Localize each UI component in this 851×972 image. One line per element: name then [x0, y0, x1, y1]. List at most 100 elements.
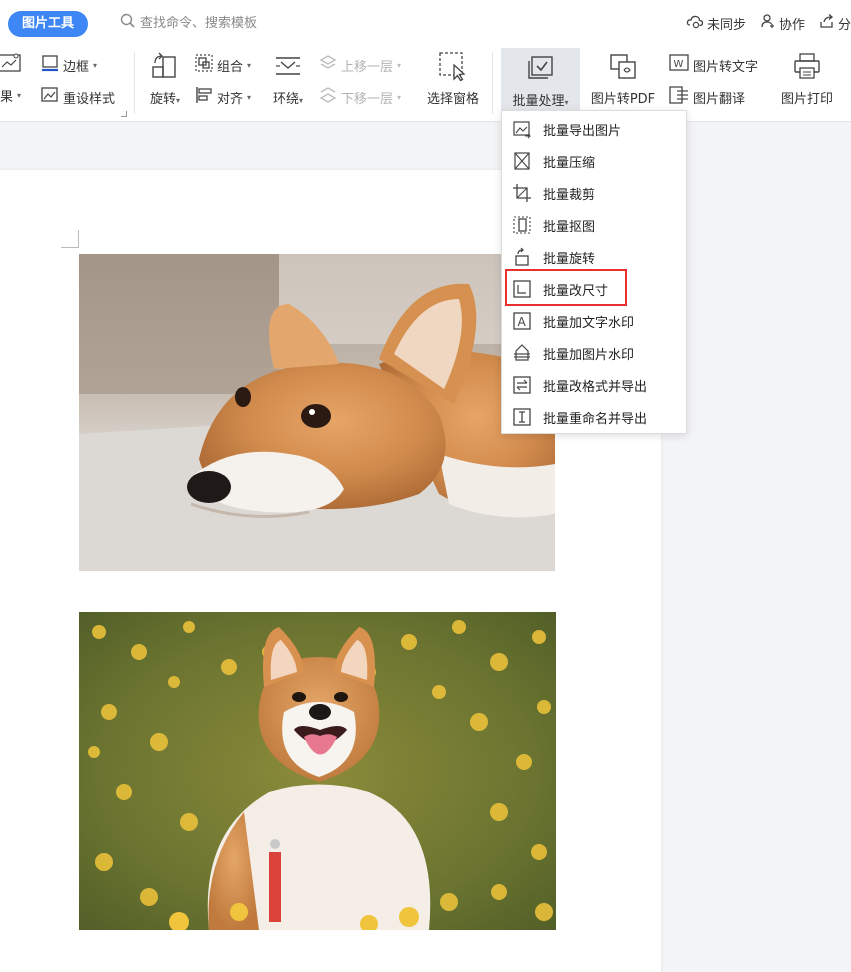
batch-process-label: 批量处理 [512, 94, 565, 109]
ribbon-divider [492, 52, 493, 114]
send-backward-button[interactable]: 下移一层 ▾ [318, 85, 401, 109]
group-button[interactable]: 组合 ▾ [194, 53, 251, 77]
rotate-label: 旋转 [149, 92, 176, 107]
image-translate-button[interactable]: 图片翻译 [668, 85, 745, 109]
compress-icon [511, 150, 533, 172]
image-to-pdf-icon [608, 46, 638, 86]
menu-item-batch-image-watermark[interactable]: 批量加图片水印 [502, 337, 686, 369]
search-icon [120, 13, 136, 36]
menu-item-label: 批量导出图片 [543, 123, 622, 139]
translate-icon [668, 85, 690, 109]
ribbon-toolbar: 效果▾ 边框▾ 重设样式 旋转▾ 组合▾ 对齐▾ 环绕▾ 上移一层▾ 下移一层▾… [0, 46, 851, 122]
share-label: 分 [837, 17, 851, 33]
image-to-text-icon: W [668, 53, 690, 77]
group-expand-icon[interactable] [121, 111, 127, 117]
menu-item-label: 批量加图片水印 [543, 347, 635, 363]
corgi-lying-photo[interactable] [79, 254, 555, 571]
reset-style-button[interactable]: 重设样式 [40, 85, 115, 109]
group-icon [194, 53, 214, 77]
bring-forward-button[interactable]: 上移一层 ▾ [318, 53, 401, 77]
ribbon-divider [134, 52, 135, 114]
corgi-flowers-photo[interactable] [79, 612, 556, 930]
reset-style-label: 重设样式 [63, 91, 116, 107]
align-button[interactable]: 对齐 ▾ [194, 85, 251, 109]
wrap-label: 环绕 [272, 92, 299, 107]
image-translate-label: 图片翻译 [693, 91, 746, 107]
menu-item-batch-rename-export[interactable]: 批量重命名并导出 [502, 401, 686, 433]
svg-text:A: A [518, 315, 527, 329]
image-watermark-icon [511, 342, 533, 364]
image-print-button[interactable]: 图片打印 [775, 46, 839, 107]
menu-item-batch-format-export[interactable]: 批量改格式并导出 [502, 369, 686, 401]
menu-item-batch-compress[interactable]: 批量压缩 [502, 145, 686, 177]
menu-item-batch-text-watermark[interactable]: A 批量加文字水印 [502, 305, 686, 337]
effects-label: 效果 [0, 90, 14, 105]
batch-process-menu: 批量导出图片 批量压缩 批量裁剪 批量抠图 批量旋转 批量改尺寸 A 批量加文字… [501, 110, 687, 434]
menu-item-label: 批量压缩 [543, 155, 596, 171]
wrap-button[interactable]: 环绕▾ [268, 46, 308, 107]
image-to-pdf-label: 图片转PDF [590, 92, 656, 107]
group-label: 组合 [217, 59, 244, 75]
share-icon [819, 13, 835, 33]
menu-item-label: 批量抠图 [543, 219, 596, 235]
cloud-icon [686, 13, 704, 33]
text-watermark-icon: A [511, 310, 533, 332]
printer-icon [792, 46, 822, 86]
user-icon [760, 13, 776, 33]
bring-forward-label: 上移一层 [341, 59, 394, 75]
menu-item-label: 批量改尺寸 [543, 283, 609, 299]
menu-item-label: 批量重命名并导出 [543, 411, 648, 427]
command-search[interactable]: 查找命令、搜索模板 [120, 13, 258, 36]
picture-tools-tab[interactable]: 图片工具 [8, 11, 89, 37]
image-to-text-button[interactable]: W 图片转文字 [668, 53, 758, 77]
align-icon [194, 85, 214, 109]
share-button[interactable]: 分 [819, 13, 851, 33]
selection-pane-icon [437, 46, 469, 86]
sync-label: 未同步 [706, 17, 746, 33]
menu-item-batch-rotate[interactable]: 批量旋转 [502, 241, 686, 273]
format-convert-icon [511, 374, 533, 396]
menu-item-label: 批量改格式并导出 [543, 379, 648, 395]
menu-item-batch-resize[interactable]: 批量改尺寸 [502, 273, 686, 305]
resize-icon [511, 278, 533, 300]
rotate-icon [149, 46, 181, 86]
border-label: 边框 [63, 59, 90, 75]
wrap-text-icon [273, 46, 303, 86]
svg-text:W: W [674, 59, 684, 70]
image-to-pdf-button[interactable]: 图片转PDF [585, 46, 661, 107]
sync-status-button[interactable]: 未同步 [686, 13, 746, 33]
effects-icon-partial[interactable] [0, 52, 24, 74]
effects-button[interactable]: 效果▾ [0, 86, 21, 105]
page-margin-marker [61, 230, 79, 248]
batch-process-button[interactable]: 批量处理▾ [501, 48, 580, 114]
send-backward-icon [318, 85, 338, 109]
menu-item-label: 批量旋转 [543, 251, 596, 267]
export-image-icon [511, 118, 533, 140]
collaborate-label: 协作 [778, 17, 805, 33]
rotate-icon [511, 246, 533, 268]
search-placeholder: 查找命令、搜索模板 [140, 16, 258, 31]
bring-forward-icon [318, 53, 338, 77]
menu-item-batch-export[interactable]: 批量导出图片 [502, 113, 686, 145]
rotate-button[interactable]: 旋转▾ [144, 46, 186, 107]
menu-item-label: 批量裁剪 [543, 187, 596, 203]
border-button[interactable]: 边框 ▾ [40, 53, 97, 77]
menu-item-label: 批量加文字水印 [543, 315, 635, 331]
send-backward-label: 下移一层 [341, 91, 394, 107]
image-to-text-label: 图片转文字 [693, 59, 759, 75]
top-right-actions: 未同步 协作 分 [686, 13, 851, 33]
menu-item-batch-crop[interactable]: 批量裁剪 [502, 177, 686, 209]
batch-process-icon [526, 48, 556, 88]
border-icon [40, 53, 60, 77]
menu-item-batch-cutout[interactable]: 批量抠图 [502, 209, 686, 241]
collaborate-button[interactable]: 协作 [760, 13, 805, 33]
reset-style-icon [40, 85, 60, 109]
selection-pane-button[interactable]: 选择窗格 [421, 46, 485, 107]
align-label: 对齐 [217, 91, 244, 107]
rename-icon [511, 406, 533, 428]
crop-icon [511, 182, 533, 204]
cutout-icon [511, 214, 533, 236]
top-bar: 图片工具 查找命令、搜索模板 未同步 协作 分 [0, 0, 851, 46]
selection-pane-label: 选择窗格 [426, 92, 479, 107]
image-print-label: 图片打印 [780, 92, 833, 107]
